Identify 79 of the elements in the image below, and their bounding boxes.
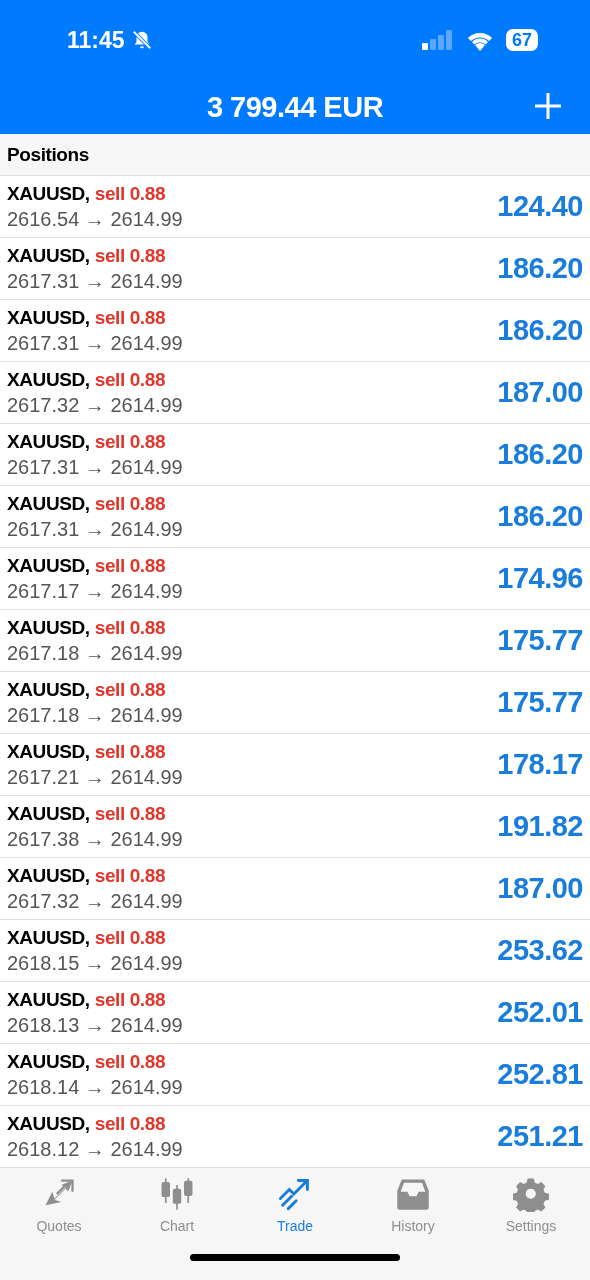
price-change: 2617.18 → 2614.99: [7, 703, 184, 727]
position-profit: 187.00: [497, 376, 583, 409]
order-type: sell 0.88: [94, 554, 166, 577]
price-change: 2617.31 → 2614.99: [7, 331, 184, 355]
position-symbol: XAUUSD,: [7, 616, 90, 639]
settings-icon: [513, 1176, 549, 1212]
position-profit: 252.81: [497, 1058, 583, 1091]
candlestick-icon: [159, 1176, 195, 1212]
account-balance: 3 799.44 EUR: [206, 90, 384, 124]
add-icon[interactable]: [534, 92, 562, 120]
order-type: sell 0.88: [94, 244, 166, 267]
position-profit: 187.00: [497, 872, 583, 905]
order-type: sell 0.88: [94, 430, 166, 453]
position-symbol: XAUUSD,: [7, 430, 90, 453]
signal-icon: [421, 30, 454, 50]
order-type: sell 0.88: [94, 1112, 166, 1135]
price-change: 2618.14 → 2614.99: [7, 1075, 184, 1099]
position-profit: 186.20: [497, 314, 583, 347]
inbox-tray-icon: [395, 1176, 431, 1212]
position-profit: 186.20: [497, 438, 583, 471]
order-type: sell 0.88: [94, 926, 166, 949]
position-profit: 253.62: [497, 934, 583, 967]
position-profit: 124.40: [497, 190, 583, 223]
position-symbol: XAUUSD,: [7, 864, 90, 887]
position-symbol: XAUUSD,: [7, 182, 90, 205]
position-symbol: XAUUSD,: [7, 368, 90, 391]
order-type: sell 0.88: [94, 740, 166, 763]
position-symbol: XAUUSD,: [7, 1050, 90, 1073]
price-change: 2617.31 → 2614.99: [7, 455, 184, 479]
position-symbol: XAUUSD,: [7, 926, 90, 949]
price-change: 2617.18 → 2614.99: [7, 641, 184, 665]
position-symbol: XAUUSD,: [7, 802, 90, 825]
order-type: sell 0.88: [94, 492, 166, 515]
position-profit: 174.96: [497, 562, 583, 595]
status-time: 11:45: [67, 26, 125, 54]
price-change: 2617.32 → 2614.99: [7, 889, 184, 913]
order-type: sell 0.88: [94, 182, 166, 205]
position-profit: 191.82: [497, 810, 583, 843]
tab-item[interactable]: Trade: [236, 1176, 354, 1234]
position-symbol: XAUUSD,: [7, 554, 90, 577]
section-title: Positions: [7, 143, 89, 166]
tab-item[interactable]: Quotes: [0, 1176, 118, 1234]
price-change: 2617.38 → 2614.99: [7, 827, 184, 851]
tab-item[interactable]: Settings: [472, 1176, 590, 1234]
order-type: sell 0.88: [94, 678, 166, 701]
position-profit: 251.21: [497, 1120, 583, 1153]
position-profit: 175.77: [497, 686, 583, 719]
order-type: sell 0.88: [94, 802, 166, 825]
position-symbol: XAUUSD,: [7, 678, 90, 701]
price-change: 2617.32 → 2614.99: [7, 393, 184, 417]
order-type: sell 0.88: [94, 1050, 166, 1073]
order-type: sell 0.88: [94, 988, 166, 1011]
price-change: 2618.12 → 2614.99: [7, 1137, 184, 1161]
price-change: 2617.17 → 2614.99: [7, 579, 184, 603]
position-profit: 178.17: [497, 748, 583, 781]
position-symbol: XAUUSD,: [7, 988, 90, 1011]
position-symbol: XAUUSD,: [7, 492, 90, 515]
position-profit: 186.20: [497, 500, 583, 533]
position-symbol: XAUUSD,: [7, 306, 90, 329]
muted-bell-icon: [130, 29, 153, 51]
price-change: 2617.31 → 2614.99: [7, 269, 184, 293]
price-change: 2617.21 → 2614.99: [7, 765, 184, 789]
price-change: 2618.15 → 2614.99: [7, 951, 184, 975]
position-profit: 252.01: [497, 996, 583, 1029]
position-symbol: XAUUSD,: [7, 244, 90, 267]
tab-item[interactable]: History: [354, 1176, 472, 1234]
price-change: 2618.13 → 2614.99: [7, 1013, 184, 1037]
tab-item[interactable]: Chart: [118, 1176, 236, 1234]
order-type: sell 0.88: [94, 864, 166, 887]
order-type: sell 0.88: [94, 368, 166, 391]
position-profit: 186.20: [497, 252, 583, 285]
order-type: sell 0.88: [94, 306, 166, 329]
position-symbol: XAUUSD,: [7, 740, 90, 763]
position-profit: 175.77: [497, 624, 583, 657]
price-change: 2616.54 → 2614.99: [7, 207, 184, 231]
battery-indicator: 67: [505, 29, 538, 51]
price-change: 2617.31 → 2614.99: [7, 517, 184, 541]
position-symbol: XAUUSD,: [7, 1112, 90, 1135]
order-type: sell 0.88: [94, 616, 166, 639]
